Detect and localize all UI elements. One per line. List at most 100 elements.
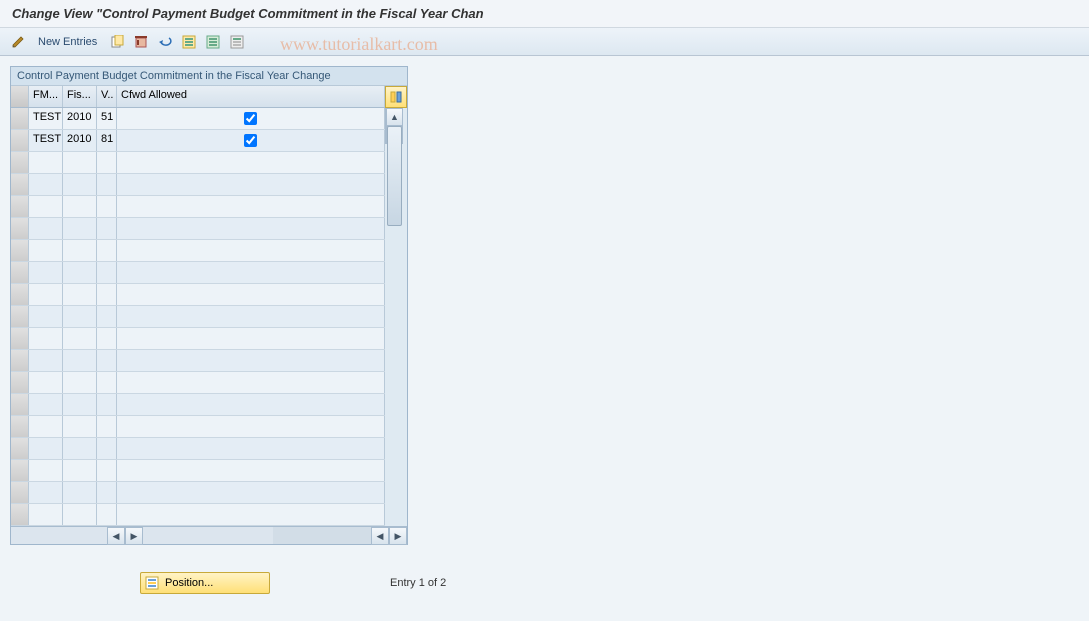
cell-v[interactable] <box>97 394 117 415</box>
cell-fm[interactable] <box>29 482 63 503</box>
cell-fm[interactable] <box>29 196 63 217</box>
row-selector[interactable] <box>11 284 29 305</box>
cell-v[interactable] <box>97 262 117 283</box>
cell-cfwd[interactable] <box>117 482 385 503</box>
cell-v[interactable] <box>97 438 117 459</box>
vertical-scrollbar[interactable]: ▲ ▼ <box>385 108 403 144</box>
scroll-up-icon[interactable]: ▲ <box>386 108 403 126</box>
table-row[interactable] <box>11 416 385 438</box>
row-selector[interactable] <box>11 438 29 459</box>
cell-v[interactable]: 51 <box>97 108 117 129</box>
cell-fm[interactable] <box>29 438 63 459</box>
table-row[interactable] <box>11 306 385 328</box>
cell-fm[interactable] <box>29 504 63 525</box>
cell-fm[interactable] <box>29 218 63 239</box>
table-row[interactable] <box>11 504 385 526</box>
cell-v[interactable] <box>97 460 117 481</box>
row-selector[interactable] <box>11 130 29 151</box>
cell-fis[interactable] <box>63 350 97 371</box>
table-row[interactable] <box>11 482 385 504</box>
cell-cfwd[interactable] <box>117 284 385 305</box>
column-fis[interactable]: Fis... <box>63 86 97 107</box>
cell-cfwd[interactable] <box>117 240 385 261</box>
cell-fis[interactable] <box>63 416 97 437</box>
table-row[interactable] <box>11 328 385 350</box>
row-selector[interactable] <box>11 328 29 349</box>
cell-fis[interactable] <box>63 262 97 283</box>
toggle-change-mode-icon[interactable] <box>8 32 28 52</box>
row-selector[interactable] <box>11 504 29 525</box>
cell-fm[interactable]: TEST <box>29 108 63 129</box>
cell-fis[interactable] <box>63 328 97 349</box>
cell-cfwd[interactable] <box>117 438 385 459</box>
table-row[interactable] <box>11 350 385 372</box>
cell-fis[interactable] <box>63 152 97 173</box>
cell-fm[interactable] <box>29 152 63 173</box>
cell-v[interactable] <box>97 240 117 261</box>
cell-fis[interactable] <box>63 460 97 481</box>
cell-fis[interactable] <box>63 284 97 305</box>
cell-v[interactable] <box>97 482 117 503</box>
cell-fis[interactable] <box>63 306 97 327</box>
scroll-right-icon[interactable]: ▶ <box>125 527 143 545</box>
cell-fis[interactable] <box>63 372 97 393</box>
table-row[interactable]: TEST201081 <box>11 130 385 152</box>
cell-fm[interactable]: TEST <box>29 130 63 151</box>
cell-fis[interactable] <box>63 218 97 239</box>
row-selector[interactable] <box>11 174 29 195</box>
cell-v[interactable] <box>97 284 117 305</box>
cell-fm[interactable] <box>29 328 63 349</box>
select-block-icon[interactable] <box>203 32 223 52</box>
table-row[interactable] <box>11 240 385 262</box>
cell-fm[interactable] <box>29 306 63 327</box>
cell-cfwd[interactable] <box>117 108 385 129</box>
cell-v[interactable] <box>97 504 117 525</box>
table-settings-icon[interactable] <box>385 86 407 108</box>
cell-v[interactable] <box>97 328 117 349</box>
cell-fm[interactable] <box>29 372 63 393</box>
cfwd-checkbox[interactable] <box>244 134 257 147</box>
cell-cfwd[interactable] <box>117 174 385 195</box>
copy-as-icon[interactable] <box>107 32 127 52</box>
cell-cfwd[interactable] <box>117 504 385 525</box>
cell-v[interactable] <box>97 218 117 239</box>
column-v[interactable]: V.. <box>97 86 117 107</box>
cell-fis[interactable] <box>63 482 97 503</box>
row-selector[interactable] <box>11 416 29 437</box>
table-row[interactable] <box>11 394 385 416</box>
cell-cfwd[interactable] <box>117 460 385 481</box>
table-row[interactable] <box>11 152 385 174</box>
cell-fis[interactable] <box>63 196 97 217</box>
horizontal-scrollbar[interactable]: ◀ ▶ ◀ ▶ <box>11 526 407 544</box>
cell-fis[interactable] <box>63 394 97 415</box>
row-selector[interactable] <box>11 350 29 371</box>
cell-fis[interactable] <box>63 174 97 195</box>
cell-cfwd[interactable] <box>117 306 385 327</box>
table-row[interactable] <box>11 284 385 306</box>
scroll-left-icon[interactable]: ◀ <box>107 527 125 545</box>
column-selector[interactable] <box>11 86 29 107</box>
table-row[interactable] <box>11 218 385 240</box>
cell-v[interactable] <box>97 306 117 327</box>
position-button[interactable]: Position... <box>140 572 270 594</box>
cell-fm[interactable] <box>29 240 63 261</box>
table-row[interactable] <box>11 438 385 460</box>
table-row[interactable] <box>11 372 385 394</box>
deselect-all-icon[interactable] <box>227 32 247 52</box>
cell-cfwd[interactable] <box>117 394 385 415</box>
cell-v[interactable] <box>97 372 117 393</box>
cell-cfwd[interactable] <box>117 130 385 151</box>
cell-cfwd[interactable] <box>117 196 385 217</box>
cell-cfwd[interactable] <box>117 350 385 371</box>
cell-fm[interactable] <box>29 262 63 283</box>
row-selector[interactable] <box>11 218 29 239</box>
cell-fm[interactable] <box>29 460 63 481</box>
row-selector[interactable] <box>11 394 29 415</box>
row-selector[interactable] <box>11 306 29 327</box>
cell-fm[interactable] <box>29 174 63 195</box>
row-selector[interactable] <box>11 152 29 173</box>
scroll-right-icon-2[interactable]: ▶ <box>389 527 407 545</box>
scroll-left-icon-2[interactable]: ◀ <box>371 527 389 545</box>
row-selector[interactable] <box>11 372 29 393</box>
cell-v[interactable] <box>97 152 117 173</box>
